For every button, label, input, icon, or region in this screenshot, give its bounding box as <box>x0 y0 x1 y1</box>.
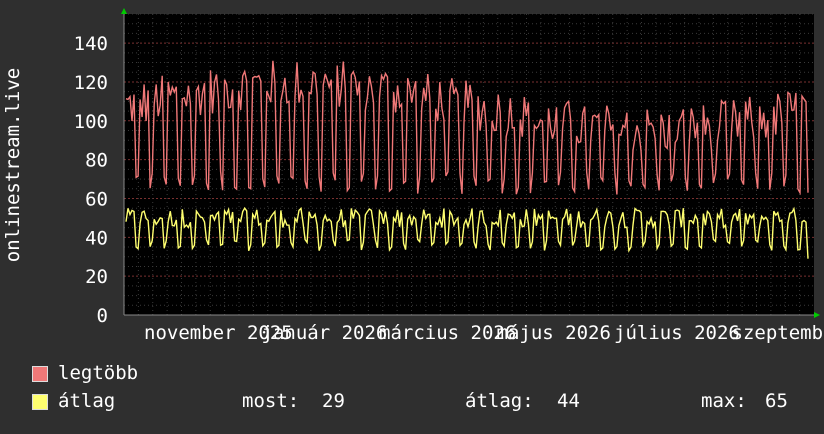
y-tick-label: 40 <box>85 227 108 249</box>
y-axis-arrow <box>121 8 127 14</box>
y-tick-label: 60 <box>85 188 108 210</box>
legend-swatch-atlag <box>32 394 48 410</box>
y-tick-label: 120 <box>74 72 108 94</box>
chart-container: 0 20 40 60 80 100 120 140 november 2025január 2… <box>0 0 824 430</box>
stat-most-label: most: <box>242 390 299 412</box>
stat-atlag-value: 44 <box>557 390 580 412</box>
legend-label-legtobb: legtöbb <box>58 362 138 384</box>
y-tick-label: 100 <box>74 111 108 133</box>
y-tick-label: 80 <box>85 150 108 172</box>
y-tick-label: 140 <box>74 33 108 55</box>
x-axis-arrow <box>814 312 820 318</box>
x-axis-ticks: november 2025január 2026március 2026máju… <box>144 322 824 344</box>
stat-most-value: 29 <box>322 390 345 412</box>
y-axis-label: onlinestream.live <box>2 68 24 262</box>
y-axis-ticks: 0 20 40 60 80 100 120 140 <box>74 33 108 327</box>
y-tick-label: 0 <box>97 305 108 327</box>
x-tick-label: július 2026 <box>614 322 740 344</box>
y-tick-label: 20 <box>85 266 108 288</box>
legend-swatch-legtobb <box>32 366 48 382</box>
stat-atlag-label: átlag: <box>465 390 534 412</box>
x-tick-label: szeptember <box>732 322 824 344</box>
stat-max-label: max: <box>701 390 747 412</box>
plot-background <box>124 14 814 315</box>
x-tick-label: május 2026 <box>497 322 611 344</box>
legend-label-atlag: átlag <box>58 390 115 412</box>
x-tick-label: január 2026 <box>262 322 388 344</box>
stat-max-value: 65 <box>765 390 788 412</box>
